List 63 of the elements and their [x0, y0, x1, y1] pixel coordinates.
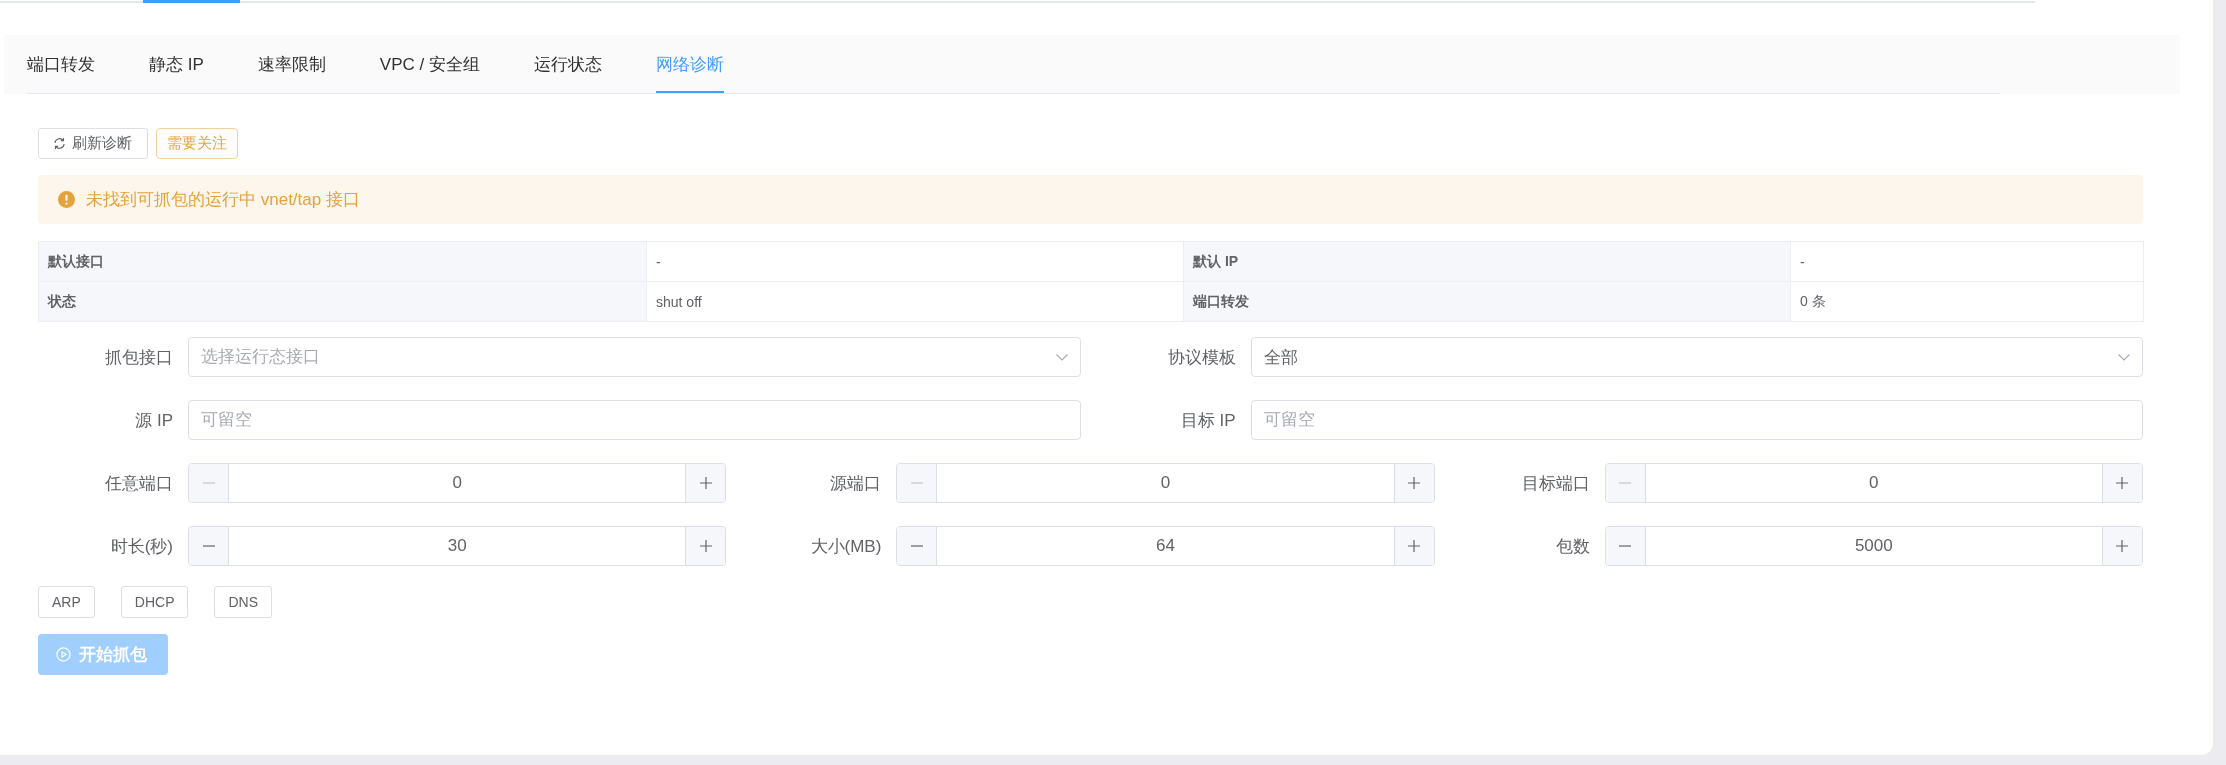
info-label: 端口转发	[1183, 281, 1791, 322]
number-stepper[interactable]: 64	[896, 526, 1435, 566]
number-stepper[interactable]: 5000	[1604, 526, 2143, 566]
plus-icon	[1407, 476, 1422, 490]
info-label: 状态	[38, 281, 647, 322]
number-stepper[interactable]: 0	[896, 463, 1435, 503]
increment-button[interactable]	[2102, 527, 2142, 565]
decrement-button[interactable]	[1605, 527, 1646, 565]
play-circle-icon	[56, 647, 71, 662]
plus-icon	[2115, 539, 2130, 553]
number-field[interactable]: 5000	[1645, 527, 2102, 565]
info-label: 默认接口	[38, 241, 647, 282]
field-label: 源端口	[830, 472, 882, 495]
refresh-icon	[53, 137, 66, 150]
status-tag: 需要关注	[156, 128, 238, 159]
increment-button[interactable]	[2102, 464, 2142, 502]
field-label: 目标端口	[1521, 472, 1590, 495]
info-value: 0 条	[1790, 281, 2144, 322]
decrement-button[interactable]	[189, 527, 229, 565]
field-label: 目标 IP	[1180, 409, 1236, 432]
field-label: 时长(秒)	[110, 535, 173, 558]
select-field[interactable]: 全部	[1250, 337, 2143, 377]
preset-button[interactable]: ARP	[38, 586, 95, 618]
increment-button[interactable]	[1393, 527, 1434, 565]
field-label: 抓包接口	[105, 346, 173, 369]
number-stepper[interactable]: 0	[1604, 463, 2143, 503]
increment-button[interactable]	[1393, 464, 1434, 502]
input-field[interactable]: 可留空	[1250, 400, 2143, 440]
plus-icon	[1407, 539, 1422, 553]
input-field[interactable]: 可留空	[188, 400, 1081, 440]
increment-button[interactable]	[685, 527, 726, 565]
number-field[interactable]: 0	[229, 464, 686, 502]
field-label: 源 IP	[135, 409, 173, 432]
tab[interactable]: 静态 IP	[149, 35, 204, 93]
plus-icon	[698, 539, 713, 553]
number-field[interactable]: 0	[937, 464, 1394, 502]
plus-icon	[698, 476, 713, 490]
info-value: -	[646, 241, 1184, 282]
preset-button[interactable]: DHCP	[120, 586, 189, 618]
number-stepper[interactable]: 0	[188, 463, 727, 503]
preset-button[interactable]: DNS	[214, 586, 273, 618]
info-label: 默认 IP	[1183, 241, 1791, 282]
increment-button[interactable]	[685, 464, 726, 502]
tab[interactable]: VPC / 安全组	[379, 35, 480, 93]
warning-icon	[58, 191, 75, 208]
field-label: 包数	[1555, 535, 1590, 558]
field-label: 协议模板	[1167, 346, 1236, 369]
number-stepper[interactable]: 30	[188, 526, 727, 566]
plus-icon	[2115, 476, 2130, 490]
number-field[interactable]: 0	[1645, 464, 2102, 502]
refresh-button[interactable]: 刷新诊断	[38, 128, 148, 159]
decrement-button[interactable]	[897, 527, 938, 565]
number-field[interactable]: 30	[229, 527, 686, 565]
tab[interactable]: 运行状态	[533, 35, 602, 93]
alert-message: 未找到可抓包的运行中 vnet/tap 接口	[86, 189, 360, 211]
field-label: 任意端口	[105, 472, 173, 495]
info-value: shut off	[646, 281, 1184, 322]
tab[interactable]: 端口转发	[27, 35, 95, 93]
tab[interactable]: 速率限制	[257, 35, 326, 93]
select-field[interactable]: 选择运行态接口	[188, 337, 1081, 377]
number-field[interactable]: 64	[937, 527, 1394, 565]
info-value: -	[1790, 241, 2144, 282]
field-label: 大小(MB)	[810, 535, 882, 558]
